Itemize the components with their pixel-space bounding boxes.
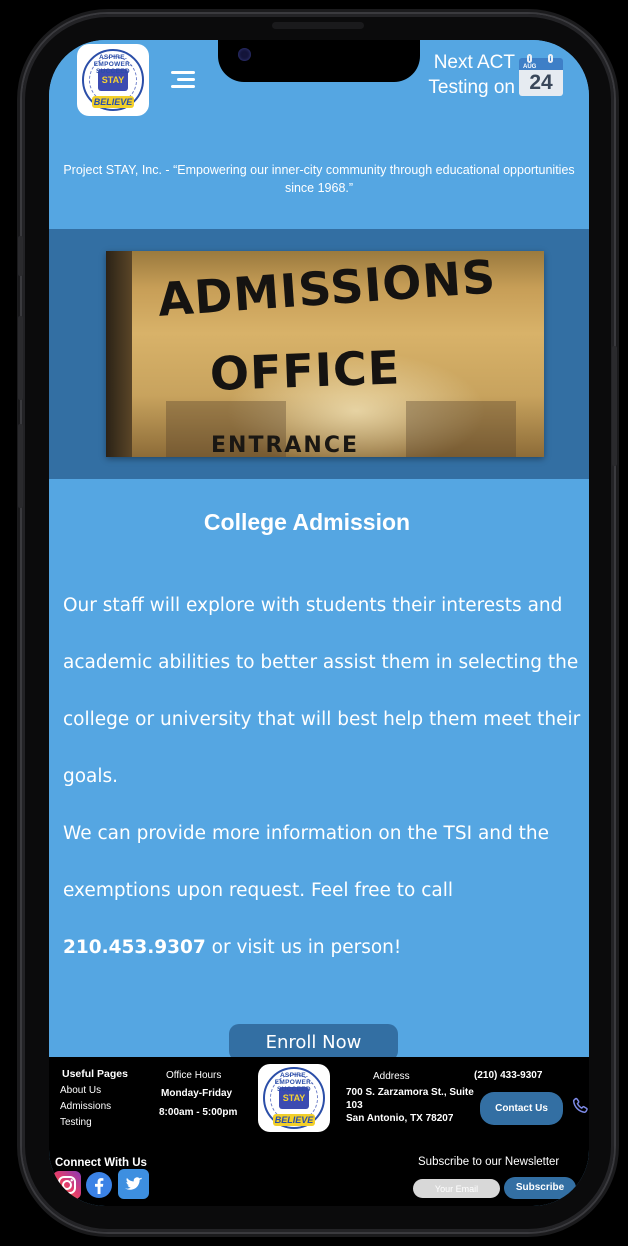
- hero-section: ADMISSIONS OFFICE ENTRANCE: [49, 229, 589, 479]
- useful-pages-list: About Us Admissions Testing: [60, 1083, 111, 1131]
- calendar-ring-right: [548, 54, 553, 63]
- photo-background-shelf: [406, 401, 516, 457]
- footer-phone[interactable]: (210) 433-9307: [474, 1070, 542, 1081]
- address-title: Address: [373, 1071, 410, 1082]
- office-time: 8:00am - 5:00pm: [159, 1107, 238, 1118]
- footer-logo-top-text: ASPIRE. EMPOWER. SUCCEED: [274, 1072, 314, 1093]
- power-button: [612, 346, 617, 466]
- footer-link-admissions[interactable]: Admissions: [60, 1099, 111, 1115]
- instagram-icon[interactable]: [53, 1171, 81, 1199]
- twitter-glyph: [124, 1177, 143, 1190]
- paragraph-2-start: We can provide more information on the T…: [63, 823, 549, 901]
- site-footer: Useful Pages About Us Admissions Testing…: [49, 1057, 589, 1206]
- newsletter-title: Subscribe to our Newsletter: [418, 1156, 560, 1168]
- office-days: Monday-Friday: [161, 1088, 233, 1099]
- footer-link-about[interactable]: About Us: [60, 1083, 111, 1099]
- address-block: 700 S. Zarzamora St., Suite 103 San Anto…: [346, 1086, 474, 1125]
- facebook-glyph: [86, 1172, 112, 1198]
- address-line3: San Antonio, TX 78207: [346, 1113, 454, 1124]
- footer-logo-banner-text: BELIEVE: [273, 1114, 315, 1126]
- useful-pages-title: Useful Pages: [62, 1068, 128, 1080]
- next-act-line1: Next ACT: [433, 52, 515, 73]
- photo-text-office: OFFICE: [209, 340, 402, 401]
- phone-number-link[interactable]: 210.453.9307: [63, 937, 206, 958]
- next-act-label[interactable]: Next ACT Testing on: [415, 50, 515, 100]
- connect-title: Connect With Us: [55, 1157, 147, 1169]
- footer-logo-emblem: ASPIRE. EMPOWER. SUCCEED STAY BELIEVE: [263, 1067, 325, 1129]
- photo-text-entrance: ENTRANCE: [211, 433, 359, 457]
- volume-up-button: [18, 316, 23, 400]
- logo-top-text: ASPIRE. EMPOWER. SUCCEED: [93, 54, 133, 75]
- screen: ASPIRE. EMPOWER. SUCCEED STAY BELIEVE Ne…: [49, 40, 589, 1206]
- front-camera: [238, 48, 251, 61]
- paragraph-1: Our staff will explore with students the…: [63, 595, 581, 787]
- calendar-month: AUG: [523, 64, 537, 70]
- next-act-line2: Testing on: [428, 77, 515, 98]
- calendar-day: 24: [529, 71, 553, 94]
- menu-icon[interactable]: [169, 70, 195, 90]
- office-hours-title: Office Hours: [166, 1070, 222, 1081]
- calendar-ring-left: [527, 54, 532, 63]
- instagram-glyph: [58, 1176, 76, 1194]
- subscribe-button[interactable]: Subscribe: [504, 1177, 576, 1199]
- phone-speaker: [272, 22, 364, 29]
- photo-text-admissions: ADMISSIONS: [156, 251, 498, 327]
- page-title: College Admission: [203, 509, 411, 535]
- twitter-icon[interactable]: [118, 1169, 149, 1199]
- phone-icon[interactable]: [570, 1095, 589, 1117]
- mute-switch: [18, 236, 23, 276]
- newsletter-email-input[interactable]: [413, 1179, 500, 1198]
- enroll-now-button[interactable]: Enroll Now: [229, 1024, 398, 1061]
- contact-us-button[interactable]: Contact Us: [480, 1092, 563, 1125]
- footer-logo[interactable]: ASPIRE. EMPOWER. SUCCEED STAY BELIEVE: [258, 1064, 330, 1132]
- site-logo[interactable]: ASPIRE. EMPOWER. SUCCEED STAY BELIEVE: [77, 44, 149, 116]
- footer-link-testing[interactable]: Testing: [60, 1115, 111, 1131]
- address-line1: 700 S. Zarzamora St., Suite: [346, 1087, 474, 1098]
- paragraph-2-end: or visit us in person!: [205, 937, 402, 958]
- admissions-office-photo: ADMISSIONS OFFICE ENTRANCE: [106, 251, 544, 457]
- photo-door-frame: [106, 251, 132, 457]
- main-content: College Admission Our staff will explore…: [49, 479, 589, 1061]
- logo-banner-text: BELIEVE: [92, 96, 134, 108]
- facebook-icon[interactable]: [85, 1171, 113, 1199]
- body-text: Our staff will explore with students the…: [63, 577, 583, 976]
- address-line2: 103: [346, 1100, 363, 1111]
- logo-emblem: ASPIRE. EMPOWER. SUCCEED STAY BELIEVE: [82, 49, 144, 111]
- calendar-icon[interactable]: AUG 24: [519, 54, 563, 96]
- site-tagline: Project STAY, Inc. - “Empowering our inn…: [63, 163, 575, 195]
- phone-notch: [218, 40, 420, 82]
- volume-down-button: [18, 424, 23, 508]
